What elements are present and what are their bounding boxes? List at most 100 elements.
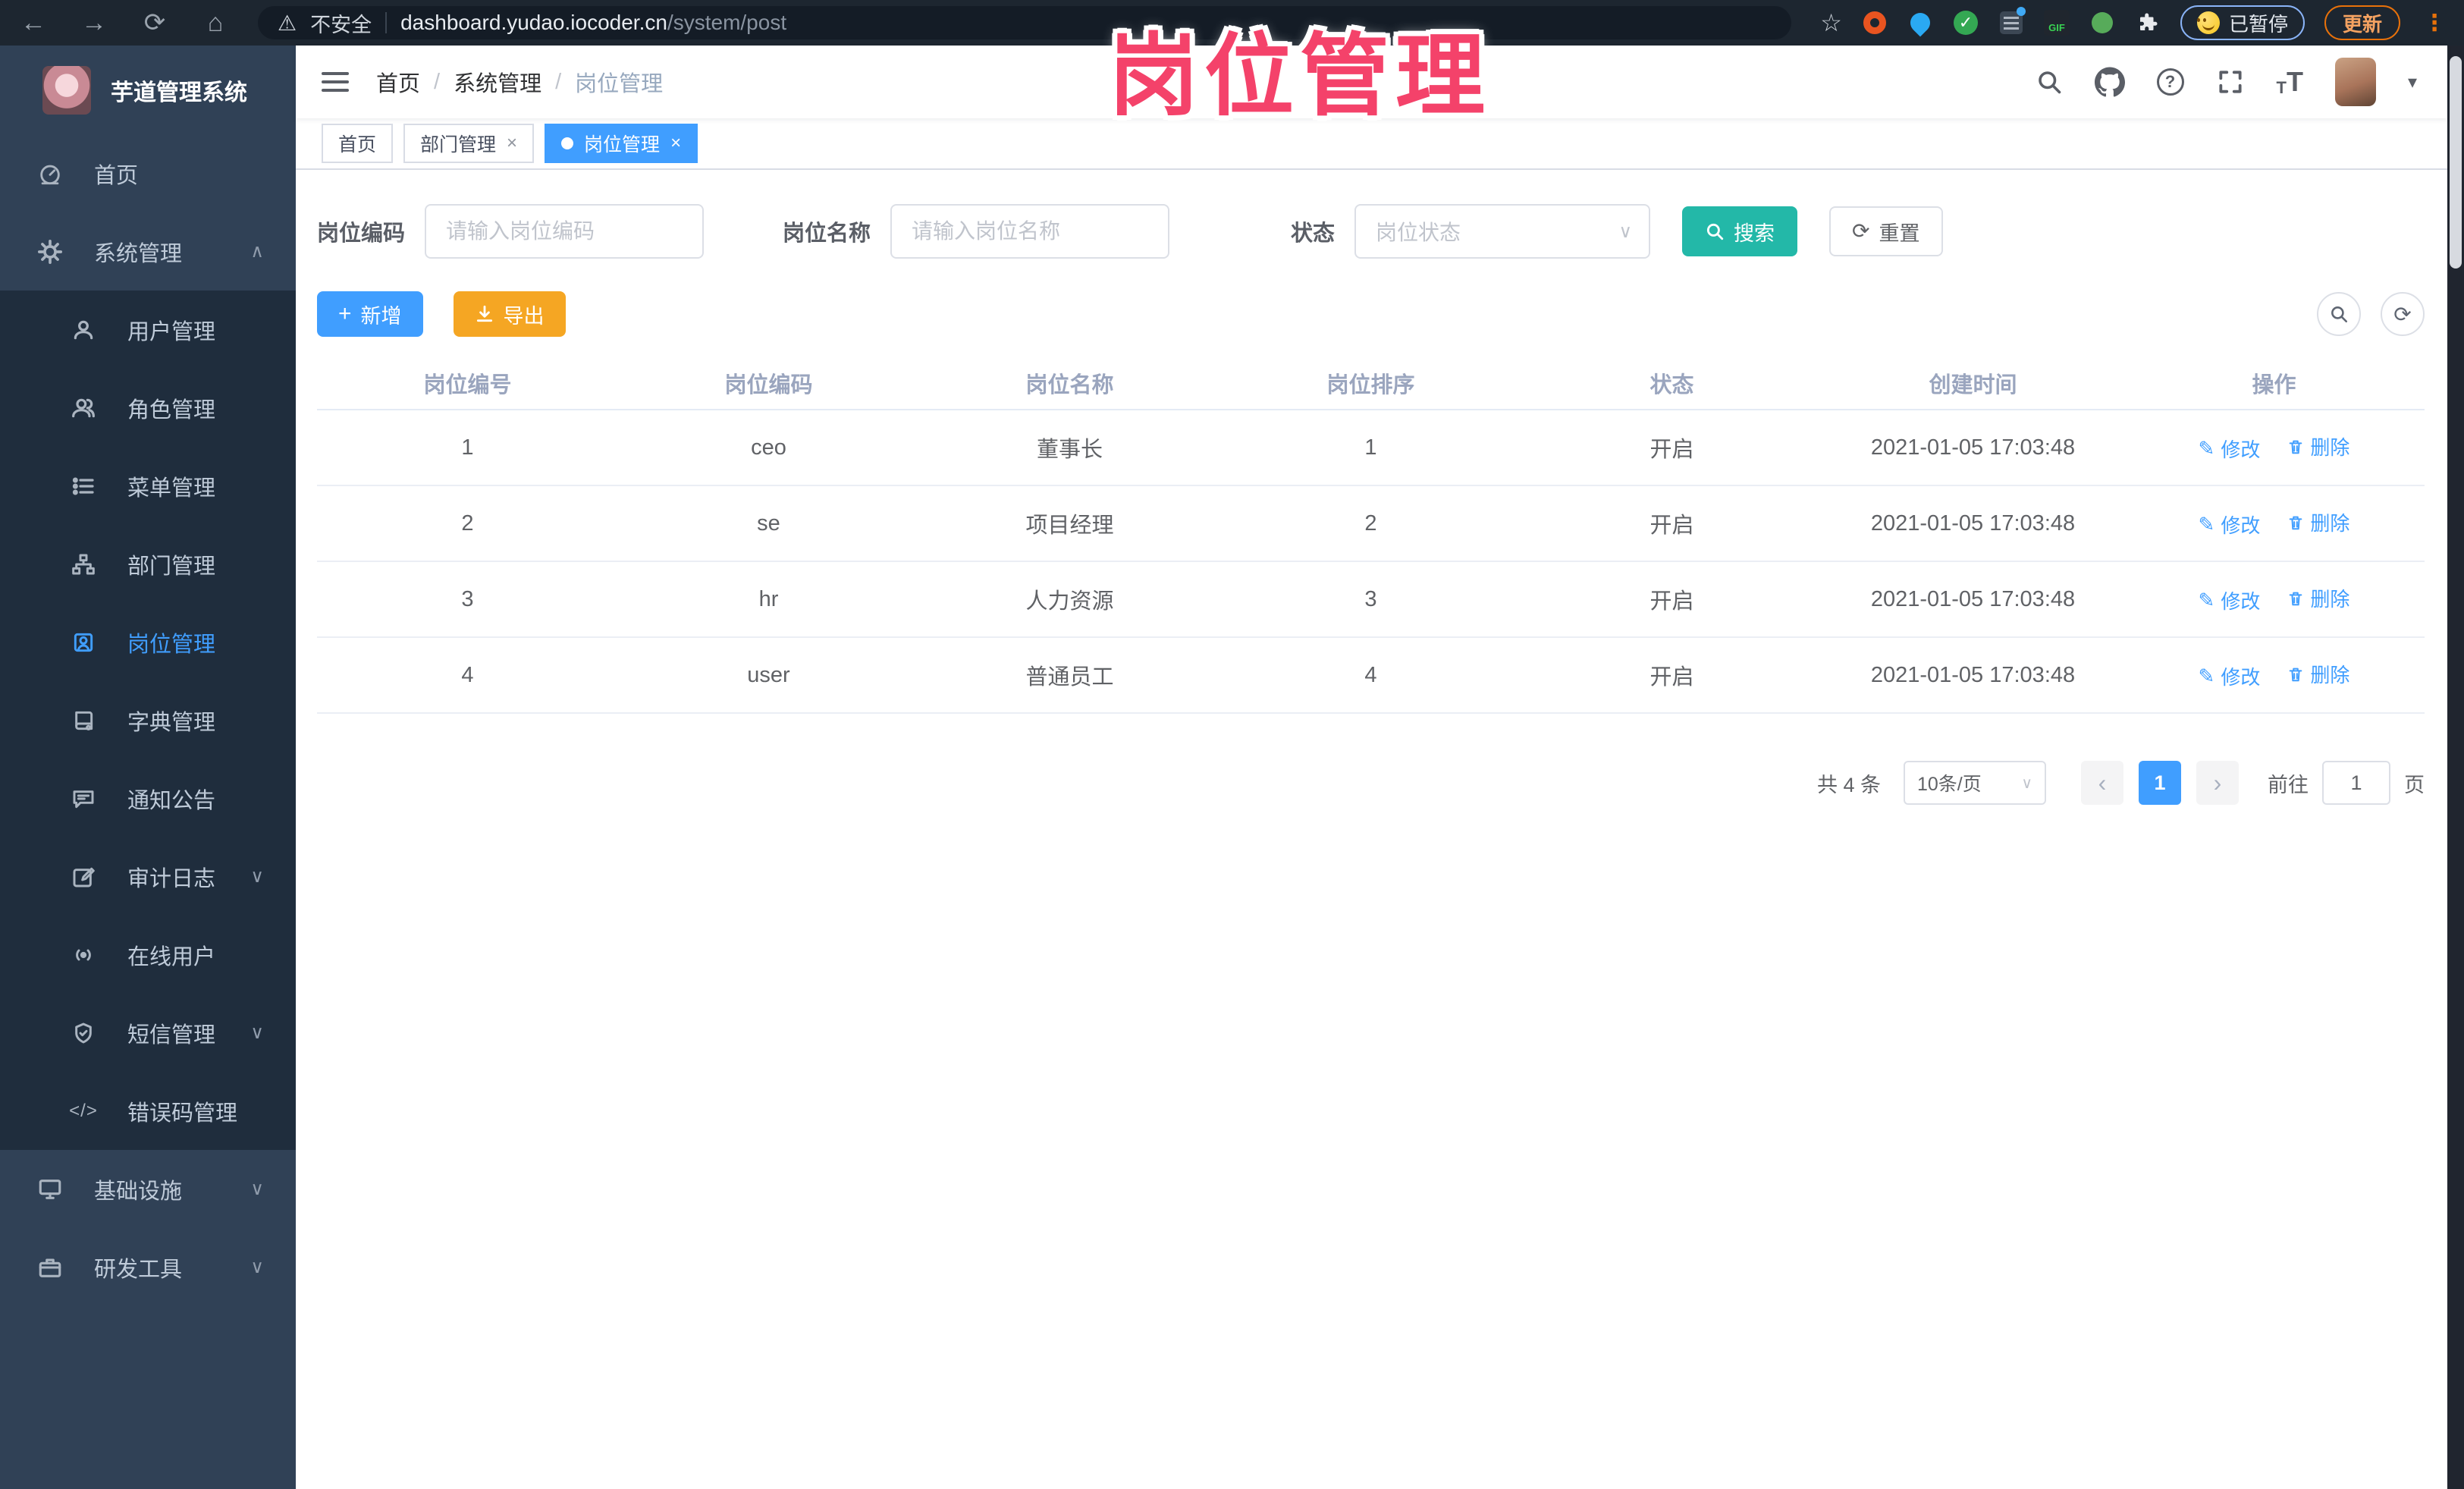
sidebar-item-announcements[interactable]: 通知公告	[0, 759, 296, 837]
cell-post-name: 董事长	[919, 410, 1220, 486]
caret-down-icon[interactable]: ▾	[2408, 71, 2417, 93]
sidebar-item-sms[interactable]: 短信管理 ∨	[0, 994, 296, 1072]
breadcrumb-home[interactable]: 首页	[376, 66, 420, 98]
sidebar-item-roles[interactable]: 角色管理	[0, 369, 296, 447]
search-button-label: 搜索	[1734, 221, 1775, 245]
delete-link[interactable]: 删除	[2287, 660, 2349, 688]
address-bar[interactable]: ⚠ 不安全 dashboard.yudao.iocoder.cn/system/…	[258, 6, 1792, 39]
sidebar-item-home[interactable]: 首页	[0, 134, 296, 212]
extension-paused-badge[interactable]: 已暂停	[2180, 5, 2305, 40]
hamburger-icon[interactable]	[322, 72, 349, 92]
tab-home[interactable]: 首页	[322, 124, 394, 163]
back-icon[interactable]: ←	[18, 10, 49, 36]
chevron-down-icon: ∨	[250, 1257, 264, 1277]
avatar[interactable]	[2334, 58, 2376, 106]
content: 岗位编码 岗位名称 状态 岗位状态 ∨ 搜索	[296, 170, 2447, 1489]
search-icon	[1706, 223, 1724, 240]
post-code-input[interactable]	[425, 204, 705, 259]
post-name-input[interactable]	[890, 204, 1170, 259]
prev-page-button[interactable]: ‹	[2081, 761, 2123, 805]
current-page[interactable]: 1	[2139, 761, 2181, 805]
fullscreen-icon[interactable]	[2216, 68, 2245, 96]
gear-icon	[33, 239, 67, 265]
extension-gif-icon[interactable]: GIF	[2043, 10, 2070, 36]
col-status: 状态	[1521, 357, 1822, 410]
sidebar-item-menus[interactable]: 菜单管理	[0, 447, 296, 525]
goto-page-input[interactable]	[2322, 761, 2390, 805]
extension-sliders-icon[interactable]	[1998, 7, 2026, 36]
search-icon[interactable]	[2036, 68, 2063, 96]
delete-link[interactable]: 删除	[2287, 584, 2349, 612]
goto-label: 前往	[2268, 773, 2309, 796]
sidebar-item-label: 部门管理	[127, 554, 216, 579]
browser-update-button[interactable]: 更新	[2324, 5, 2400, 40]
sidebar-item-infrastructure[interactable]: 基础设施 ∨	[0, 1150, 296, 1228]
bookmark-star-icon[interactable]: ☆	[1820, 8, 1842, 37]
search-button[interactable]: 搜索	[1682, 206, 1798, 256]
tab-label: 首页	[338, 134, 377, 155]
edit-link[interactable]: ✎ 修改	[2199, 662, 2261, 690]
extension-pin-icon[interactable]	[1906, 8, 1935, 37]
sidebar-item-posts[interactable]: 岗位管理	[0, 603, 296, 681]
browser-menu-dots-icon[interactable]: ⋮	[2423, 10, 2446, 36]
user-icon	[67, 318, 100, 342]
github-icon[interactable]	[2094, 67, 2125, 97]
reload-icon[interactable]: ⟳	[140, 10, 170, 36]
tab-posts[interactable]: 岗位管理 ×	[545, 124, 698, 163]
sidebar-item-label: 短信管理	[127, 1023, 216, 1048]
extension-figure-icon[interactable]	[2089, 10, 2115, 36]
page-size-select[interactable]: 10条/页 ∨	[1904, 761, 2046, 805]
sidebar-item-label: 用户管理	[127, 319, 216, 344]
close-icon[interactable]: ×	[507, 133, 517, 154]
breadcrumb-separator: /	[434, 69, 441, 94]
table-row[interactable]: 1 ceo 董事长 1 开启 2021-01-05 17:03:48 ✎ 修改 删…	[317, 410, 2425, 486]
forward-icon[interactable]: →	[79, 10, 109, 36]
roles-icon	[67, 396, 100, 420]
home-icon[interactable]: ⌂	[200, 10, 231, 36]
watermark-annotation: 岗位管理	[1109, 27, 1492, 127]
edit-link[interactable]: ✎ 修改	[2199, 435, 2261, 463]
font-size-icon[interactable]: TT	[2277, 66, 2303, 98]
emoji-face-icon	[2196, 11, 2220, 34]
sidebar-item-users[interactable]: 用户管理	[0, 291, 296, 369]
extension-donut-icon[interactable]	[1862, 10, 1888, 36]
extension-check-icon[interactable]: ✓	[1953, 10, 1979, 36]
help-icon[interactable]: ?	[2156, 68, 2184, 96]
cell-post-id: 2	[317, 485, 618, 562]
vertical-scrollbar[interactable]	[2447, 46, 2464, 1489]
toggle-search-button[interactable]	[2317, 292, 2361, 336]
sidebar-logo-row[interactable]: 芋道管理系统	[0, 46, 296, 134]
next-page-button[interactable]: ›	[2196, 761, 2239, 805]
cell-post-code: ceo	[618, 410, 919, 486]
sidebar-item-audit-log[interactable]: 审计日志 ∨	[0, 837, 296, 916]
sidebar-item-departments[interactable]: 部门管理	[0, 525, 296, 603]
sidebar-item-dictionary[interactable]: 字典管理	[0, 681, 296, 759]
reset-button[interactable]: ⟳ 重置	[1829, 206, 1943, 256]
export-button[interactable]: 导出	[453, 291, 566, 337]
edit-link[interactable]: ✎ 修改	[2199, 510, 2261, 539]
sidebar-item-error-codes[interactable]: </> 错误码管理	[0, 1072, 296, 1150]
add-button[interactable]: + 新增	[317, 291, 423, 337]
extensions-puzzle-icon[interactable]	[2135, 10, 2161, 36]
delete-link[interactable]: 删除	[2287, 508, 2349, 536]
table-row[interactable]: 3 hr 人力资源 3 开启 2021-01-05 17:03:48 ✎ 修改 删…	[317, 561, 2425, 638]
breadcrumb-system[interactable]: 系统管理	[454, 66, 541, 98]
edit-link[interactable]: ✎ 修改	[2199, 586, 2261, 614]
post-name-label: 岗位名称	[783, 221, 871, 246]
sidebar-item-system[interactable]: 系统管理 ∧	[0, 212, 296, 291]
security-warning-icon[interactable]: ⚠	[278, 11, 297, 36]
announcement-icon	[67, 787, 100, 811]
table-row[interactable]: 4 user 普通员工 4 开启 2021-01-05 17:03:48 ✎ 修改…	[317, 637, 2425, 714]
sidebar-item-label: 研发工具	[94, 1257, 183, 1282]
status-select[interactable]: 岗位状态 ∨	[1354, 204, 1651, 259]
scrollbar-thumb[interactable]	[2450, 56, 2462, 269]
tab-departments[interactable]: 部门管理 ×	[403, 124, 535, 163]
delete-link[interactable]: 删除	[2287, 432, 2349, 460]
sidebar-item-dev-tools[interactable]: 研发工具 ∨	[0, 1228, 296, 1306]
refresh-button[interactable]: ⟳	[2381, 292, 2425, 336]
cell-post-sort: 2	[1220, 485, 1521, 562]
sidebar-item-online-users[interactable]: 在线用户	[0, 916, 296, 994]
table-row[interactable]: 2 se 项目经理 2 开启 2021-01-05 17:03:48 ✎ 修改 删…	[317, 485, 2425, 562]
close-icon[interactable]: ×	[670, 133, 681, 154]
sidebar-item-label: 菜单管理	[127, 476, 216, 501]
